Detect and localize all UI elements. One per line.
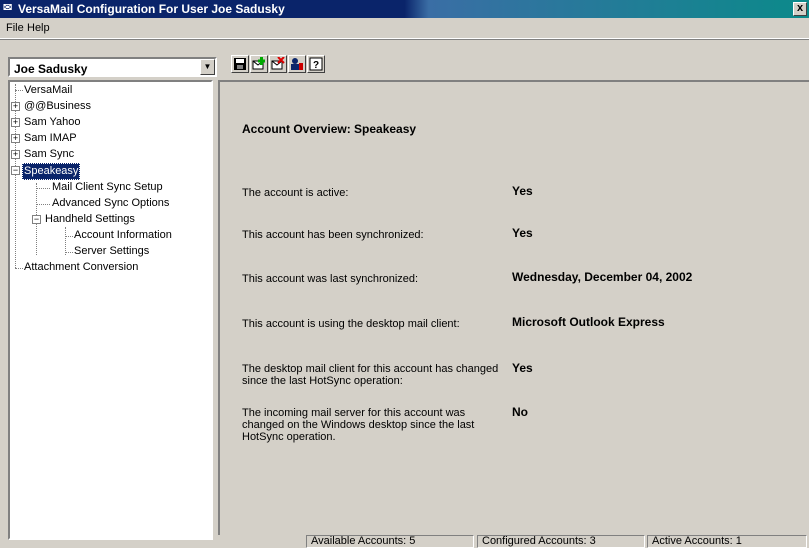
menu-help[interactable]: Help <box>27 22 50 34</box>
account-tree[interactable]: VersaMail + @@Business + Sam Yahoo + Sam… <box>8 80 213 540</box>
window-title: VersaMail Configuration For User Joe Sad… <box>18 2 285 16</box>
tree-item-advanced-sync-options[interactable]: Advanced Sync Options <box>52 196 169 211</box>
expand-plus-icon[interactable]: + <box>11 102 20 111</box>
help-icon: ? <box>309 57 323 71</box>
tree-item-attachment-conversion[interactable]: Attachment Conversion <box>24 260 138 275</box>
tree-connector <box>15 90 23 91</box>
tree-item-mail-client-sync-setup[interactable]: Mail Client Sync Setup <box>52 180 163 195</box>
tree-item-sam-yahoo[interactable]: Sam Yahoo <box>24 115 80 130</box>
row-value-active: Yes <box>512 184 533 198</box>
close-button[interactable]: x <box>793 2 807 16</box>
user-dropdown-value: Joe Sadusky <box>14 62 88 76</box>
row-value-last-sync: Wednesday, December 04, 2002 <box>512 270 693 284</box>
tree-connector <box>65 252 73 253</box>
status-configured-accounts: Configured Accounts: 3 <box>477 535 645 548</box>
row-label-last-sync: This account was last synchronized: <box>242 273 419 285</box>
row-label-mail-client: This account is using the desktop mail c… <box>242 318 460 330</box>
add-account-button[interactable] <box>250 55 268 73</box>
tree-item-sam-imap[interactable]: Sam IMAP <box>24 131 77 146</box>
row-value-server-changed: No <box>512 405 528 419</box>
delete-account-button[interactable] <box>269 55 287 73</box>
tree-item-versamail[interactable]: VersaMail <box>24 83 72 98</box>
row-label-synchronized: This account has been synchronized: <box>242 229 424 241</box>
status-available-accounts: Available Accounts: 5 <box>306 535 474 548</box>
menu-file[interactable]: File <box>6 22 24 34</box>
tree-item-handheld-settings[interactable]: Handheld Settings <box>45 212 135 227</box>
account-overview-panel: Account Overview: Speakeasy The account … <box>218 80 809 535</box>
tree-connector <box>15 268 23 269</box>
help-button[interactable]: ? <box>307 55 325 73</box>
row-value-mail-client: Microsoft Outlook Express <box>512 315 665 329</box>
delete-account-icon <box>271 57 285 70</box>
page-title: Account Overview: Speakeasy <box>242 122 417 136</box>
user-settings-button[interactable] <box>288 55 306 73</box>
status-active-accounts: Active Accounts: 1 <box>647 535 807 548</box>
tree-connector <box>36 188 50 189</box>
tree-item-business[interactable]: @@Business <box>24 99 91 114</box>
collapse-minus-icon[interactable]: − <box>11 166 20 175</box>
row-value-synchronized: Yes <box>512 226 533 240</box>
row-label-active: The account is active: <box>242 187 349 199</box>
user-dropdown[interactable]: Joe Sadusky ▼ <box>8 57 217 77</box>
tree-item-account-information[interactable]: Account Information <box>74 228 172 243</box>
tree-connector <box>65 227 66 255</box>
user-settings-icon <box>291 58 303 70</box>
expand-plus-icon[interactable]: + <box>11 134 20 143</box>
envelope-icon: ✉ <box>3 2 13 14</box>
tree-connector <box>65 236 73 237</box>
row-label-server-changed: The incoming mail server for this accoun… <box>242 407 475 443</box>
title-bar: ✉ VersaMail Configuration For User Joe S… <box>0 0 809 18</box>
collapse-minus-icon[interactable]: − <box>32 215 41 224</box>
tree-connector <box>36 204 50 205</box>
status-bar: Available Accounts: 5 Configured Account… <box>0 535 809 548</box>
add-account-icon <box>252 57 265 70</box>
tree-item-speakeasy[interactable]: Speakeasy <box>22 163 81 180</box>
save-button[interactable] <box>231 55 249 73</box>
row-label-client-changed: The desktop mail client for this account… <box>242 363 499 387</box>
tree-connector <box>15 84 16 268</box>
tree-item-sam-sync[interactable]: Sam Sync <box>24 147 74 162</box>
expand-plus-icon[interactable]: + <box>11 150 20 159</box>
menu-bar: File Help <box>0 18 809 39</box>
svg-text:?: ? <box>313 60 319 71</box>
expand-plus-icon[interactable]: + <box>11 118 20 127</box>
tree-item-server-settings[interactable]: Server Settings <box>74 244 149 259</box>
toolbar: Joe Sadusky ▼ ? <box>0 50 809 80</box>
chevron-down-icon[interactable]: ▼ <box>200 59 215 75</box>
save-icon <box>234 58 246 70</box>
row-value-client-changed: Yes <box>512 361 533 375</box>
